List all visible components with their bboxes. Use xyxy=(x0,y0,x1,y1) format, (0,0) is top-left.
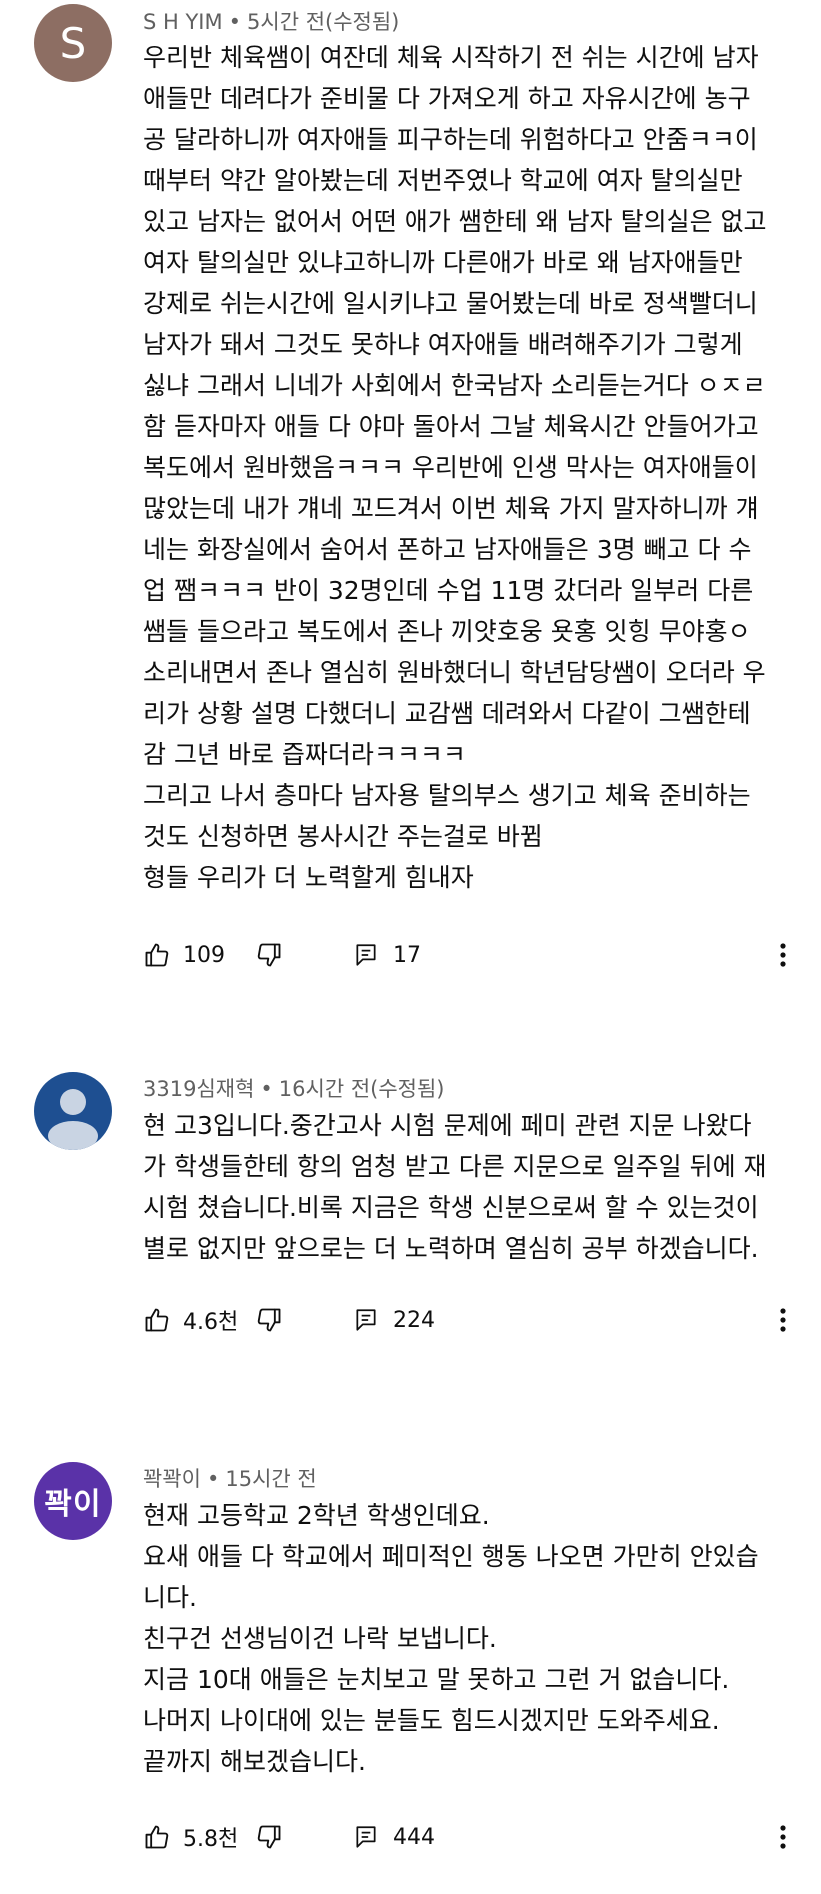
comment-line: 우리반 체육쌤이 여잔데 체육 시작하기 전 쉬는 시간에 남자 xyxy=(143,43,759,72)
comment-line: 요새 애들 다 학교에서 페미적인 행동 나오면 가만히 안있습 xyxy=(143,1542,759,1571)
default-profile-icon xyxy=(48,1089,98,1150)
comment-line: 강제로 쉬는시간에 일시키냐고 물어봤는데 바로 정색빨더니 xyxy=(143,289,758,318)
comment-line: 복도에서 원바했음ㅋㅋㅋ 우리반에 인생 막사는 여자애들이 xyxy=(143,453,758,482)
more-vertical-icon xyxy=(780,943,786,967)
comment-actions: 5.8천 444 xyxy=(143,1817,803,1857)
comment-meta: 3319심재혁 • 16시간 전(수정됨) xyxy=(143,1073,445,1103)
reply-comment-icon xyxy=(356,1826,376,1848)
comment-line: 니다. xyxy=(143,1583,197,1612)
comment-meta: S H YIM • 5시간 전(수정됨) xyxy=(143,6,399,36)
avatar-initial: S xyxy=(59,18,87,68)
dislike-button[interactable] xyxy=(255,1817,283,1857)
dislike-button[interactable] xyxy=(255,1300,283,1340)
thumbs-down-icon xyxy=(257,1308,281,1332)
comment-line: 친구건 선생님이건 나락 보냅니다. xyxy=(143,1624,497,1653)
comment-line: 쌤들 들으라고 복도에서 존나 끼얏호웅 욧홍 잇힝 무야홍ㅇ xyxy=(143,617,751,646)
comment-line: 그리고 나서 층마다 남자용 탈의부스 생기고 체육 준비하는 xyxy=(143,781,751,810)
like-count: 5.8천 xyxy=(183,1827,239,1852)
comment-line: 끝까지 해보겠습니다. xyxy=(143,1747,366,1776)
thumbs-up-icon xyxy=(145,943,169,967)
comment-line: 감 그년 바로 즙짜더라ㅋㅋㅋㅋ xyxy=(143,740,466,769)
comment-line: 싫냐 그래서 니네가 사회에서 한국남자 소리듣는거다 ㅇㅈㄹ xyxy=(143,371,766,400)
more-options-button[interactable] xyxy=(773,1817,793,1857)
reply-comment-icon xyxy=(356,944,376,966)
comment-body: 우리반 체육쌤이 여잔데 체육 시작하기 전 쉬는 시간에 남자 애들만 데려다… xyxy=(143,37,793,898)
meta-separator: • xyxy=(260,1077,273,1101)
comment-line: 때부터 약간 알아봤는데 저번주였나 학교에 여자 탈의실만 xyxy=(143,166,743,195)
avatar[interactable]: S xyxy=(34,4,112,82)
avatar[interactable] xyxy=(34,1072,112,1150)
reply-count: 224 xyxy=(393,1307,435,1333)
comment-line: 애들만 데려다가 준비물 다 가져오게 하고 자유시간에 농구 xyxy=(143,84,751,113)
comment-line: 형들 우리가 더 노력할게 힘내자 xyxy=(143,863,474,892)
like-count: 109 xyxy=(183,942,225,968)
comment-line: 함 듣자마자 애들 다 야마 돌아서 그날 체육시간 안들어가고 xyxy=(143,412,759,441)
avatar[interactable]: 꽉이 xyxy=(34,1462,112,1540)
author-name[interactable]: S H YIM xyxy=(143,10,223,34)
dislike-button[interactable] xyxy=(255,935,283,975)
comment-line: 현 고3입니다.중간고사 시험 문제에 페미 관련 지문 나왔다 xyxy=(143,1111,752,1140)
thumbs-down-icon xyxy=(257,943,281,967)
thumbs-down-icon xyxy=(257,1825,281,1849)
comment-line: 네는 화장실에서 숨어서 폰하고 남자애들은 3명 빼고 다 수 xyxy=(143,535,752,564)
comment-line: 있고 남자는 없어서 어떤 애가 쌤한테 왜 남자 탈의실은 없고 xyxy=(143,207,767,236)
meta-separator: • xyxy=(228,10,242,34)
meta-separator: • xyxy=(206,1467,220,1491)
comment-line: 것도 신청하면 봉사시간 주는걸로 바뀜 xyxy=(143,822,543,851)
reply-count: 444 xyxy=(393,1824,435,1850)
reply-button[interactable]: 444 xyxy=(353,1817,435,1857)
author-name[interactable]: 꽉꽉이 xyxy=(143,1467,201,1491)
comment-line: 별로 없지만 앞으로는 더 노력하며 열심히 공부 하겠습니다. xyxy=(143,1234,759,1263)
comment-line: 남자가 돼서 그것도 못하냐 여자애들 배려해주기가 그렇게 xyxy=(143,330,743,359)
comment-actions: 4.6천 224 xyxy=(143,1300,803,1340)
like-button[interactable]: 109 xyxy=(143,935,225,975)
comment-line: 많았는데 내가 걔네 꼬드겨서 이번 체육 가지 말자하니까 걔 xyxy=(143,494,759,523)
like-button[interactable]: 5.8천 xyxy=(143,1817,238,1857)
comment-line: 여자 탈의실만 있냐고하니까 다른애가 바로 왜 남자애들만 xyxy=(143,248,743,277)
reply-comment-icon xyxy=(356,1309,376,1331)
more-options-button[interactable] xyxy=(773,1300,793,1340)
comment-line: 공 달라하니까 여자애들 피구하는데 위험하다고 안줌ㅋㅋ이 xyxy=(143,125,758,154)
comment-time: 5시간 전(수정됨) xyxy=(247,10,400,34)
comment-time: 15시간 전 xyxy=(225,1467,317,1491)
comment-line: 가 학생들한테 항의 엄청 받고 다른 지문으로 일주일 뒤에 재 xyxy=(143,1152,767,1181)
more-vertical-icon xyxy=(780,1308,786,1332)
like-count: 4.6천 xyxy=(183,1310,239,1335)
avatar-label: 꽉이 xyxy=(44,1487,102,1522)
thumbs-up-icon xyxy=(145,1308,169,1332)
comment-meta: 꽉꽉이 • 15시간 전 xyxy=(143,1463,317,1493)
comment-time: 16시간 전(수정됨) xyxy=(278,1077,445,1101)
reply-button[interactable]: 224 xyxy=(353,1300,435,1340)
comment-line: 현재 고등학교 2학년 학생인데요. xyxy=(143,1501,490,1530)
thumbs-up-icon xyxy=(145,1825,169,1849)
comment-line: 나머지 나이대에 있는 분들도 힘드시겠지만 도와주세요. xyxy=(143,1706,720,1735)
comment-line: 리가 상황 설명 다했더니 교감쌤 데려와서 다같이 그쌤한테 xyxy=(143,699,751,728)
comment-line: 시험 쳤습니다.비록 지금은 학생 신분으로써 할 수 있는것이 xyxy=(143,1193,759,1222)
comment-line: 소리내면서 존나 열심히 원바했더니 학년담당쌤이 오더라 우 xyxy=(143,658,766,687)
comment-body: 현 고3입니다.중간고사 시험 문제에 페미 관련 지문 나왔다 가 학생들한테… xyxy=(143,1105,793,1269)
reply-button[interactable]: 17 xyxy=(353,935,421,975)
more-vertical-icon xyxy=(780,1825,786,1849)
comment-actions: 109 17 xyxy=(143,935,803,975)
like-button[interactable]: 4.6천 xyxy=(143,1300,238,1340)
author-name[interactable]: 3319심재혁 xyxy=(143,1077,254,1101)
more-options-button[interactable] xyxy=(773,935,793,975)
comment-line: 업 쨈ㅋㅋㅋ 반이 32명인데 수업 11명 갔더라 일부러 다른 xyxy=(143,576,754,605)
reply-count: 17 xyxy=(393,942,421,968)
comment-line: 지금 10대 애들은 눈치보고 말 못하고 그런 거 없습니다. xyxy=(143,1665,730,1694)
comment-body: 현재 고등학교 2학년 학생인데요. 요새 애들 다 학교에서 페미적인 행동 … xyxy=(143,1495,793,1782)
